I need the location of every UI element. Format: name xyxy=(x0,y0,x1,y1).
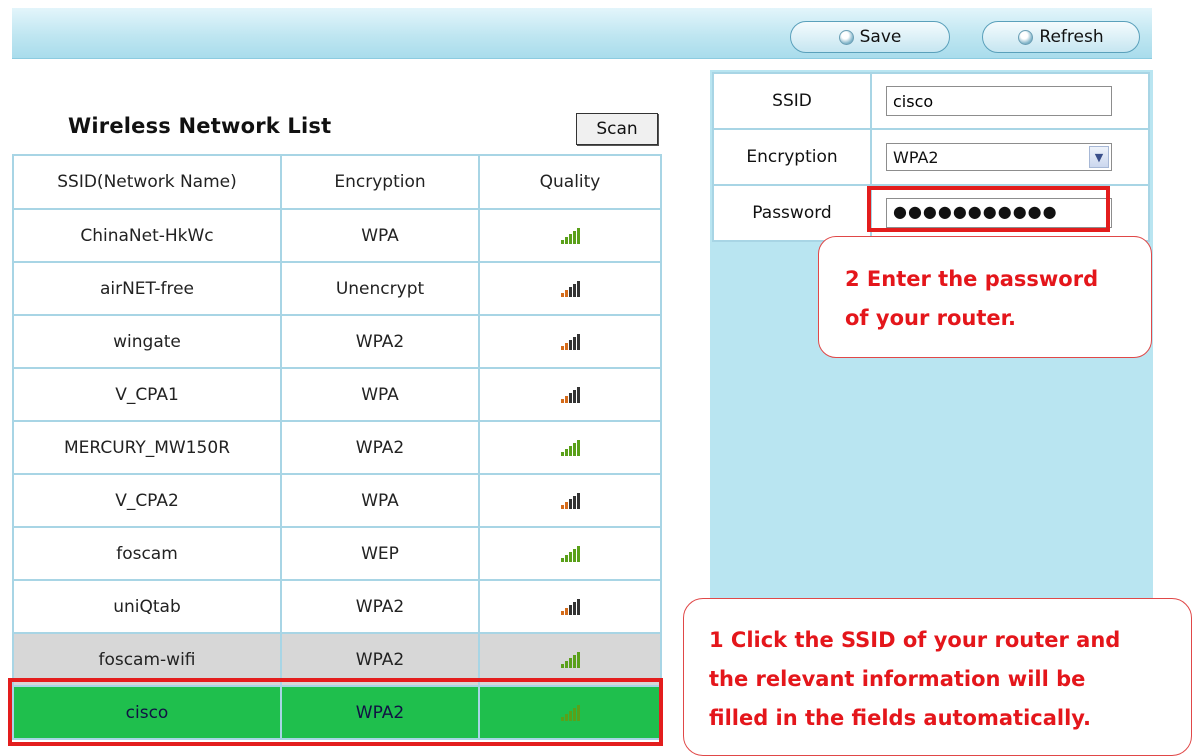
ssid-cell xyxy=(870,72,1150,130)
row-encryption: WPA xyxy=(280,208,480,263)
network-list-title: Wireless Network List xyxy=(68,114,332,138)
table-row[interactable]: uniQtab WPA2 xyxy=(12,579,662,634)
ssid-label: SSID xyxy=(712,72,872,130)
step2-callout-line: of your router. xyxy=(845,306,1016,330)
signal-strength-icon xyxy=(560,492,580,509)
signal-strength-icon xyxy=(560,280,580,297)
encryption-selected-value: WPA2 xyxy=(893,147,939,167)
scan-button[interactable]: Scan xyxy=(576,113,658,145)
chevron-down-icon[interactable]: ▼ xyxy=(1089,146,1109,168)
signal-strength-icon xyxy=(560,598,580,615)
encryption-select[interactable]: WPA2 ▼ xyxy=(886,143,1112,171)
signal-strength-icon xyxy=(560,386,580,403)
row-quality xyxy=(478,526,662,581)
row-encryption: WPA xyxy=(280,367,480,422)
row-quality xyxy=(478,367,662,422)
refresh-icon xyxy=(1018,29,1034,45)
table-row[interactable]: MERCURY_MW150R WPA2 xyxy=(12,420,662,475)
step2-callout-line: 2 Enter the password xyxy=(845,267,1099,291)
table-row[interactable]: foscam WEP xyxy=(12,526,662,581)
network-list-table: SSID(Network Name) Encryption Quality Ch… xyxy=(12,154,662,740)
signal-strength-icon xyxy=(560,333,580,350)
encryption-label: Encryption xyxy=(712,128,872,186)
step1-callout-line: the relevant information will be xyxy=(709,667,1086,691)
table-row[interactable]: ChinaNet-HkWc WPA xyxy=(12,208,662,263)
row-quality xyxy=(478,314,662,369)
row-quality xyxy=(478,208,662,263)
password-label: Password xyxy=(712,184,872,242)
table-row[interactable]: V_CPA2 WPA xyxy=(12,473,662,528)
signal-strength-icon xyxy=(560,227,580,244)
password-highlight-box xyxy=(867,186,1110,232)
step1-callout: 1 Click the SSID of your router and the … xyxy=(683,598,1192,756)
row-ssid[interactable]: wingate xyxy=(12,314,282,369)
step2-callout: 2 Enter the password of your router. xyxy=(818,236,1152,358)
refresh-button-label: Refresh xyxy=(1039,27,1104,47)
row-ssid[interactable]: airNET-free xyxy=(12,261,282,316)
column-header-ssid: SSID(Network Name) xyxy=(12,154,282,210)
row-quality xyxy=(478,473,662,528)
signal-strength-icon xyxy=(560,545,580,562)
table-row[interactable]: airNET-free Unencrypt xyxy=(12,261,662,316)
row-ssid[interactable]: V_CPA2 xyxy=(12,473,282,528)
row-encryption: WPA xyxy=(280,473,480,528)
row-ssid[interactable]: uniQtab xyxy=(12,579,282,634)
encryption-cell: WPA2 ▼ xyxy=(870,128,1150,186)
top-toolbar xyxy=(12,8,1152,59)
table-header-row: SSID(Network Name) Encryption Quality xyxy=(12,154,662,210)
step1-callout-line: filled in the fields automatically. xyxy=(709,706,1092,730)
table-row[interactable]: V_CPA1 WPA xyxy=(12,367,662,422)
column-header-encryption: Encryption xyxy=(280,154,480,210)
save-button[interactable]: Save xyxy=(790,21,950,53)
save-button-label: Save xyxy=(859,27,902,47)
row-ssid[interactable]: foscam xyxy=(12,526,282,581)
signal-strength-icon xyxy=(560,439,580,456)
save-icon xyxy=(838,29,854,45)
row-encryption: WPA2 xyxy=(280,579,480,634)
row-ssid[interactable]: MERCURY_MW150R xyxy=(12,420,282,475)
row-encryption: Unencrypt xyxy=(280,261,480,316)
row-ssid[interactable]: V_CPA1 xyxy=(12,367,282,422)
signal-strength-icon xyxy=(560,651,580,668)
row-ssid[interactable]: ChinaNet-HkWc xyxy=(12,208,282,263)
selected-row-highlight-box xyxy=(8,678,663,746)
row-encryption: WPA2 xyxy=(280,420,480,475)
row-encryption: WPA2 xyxy=(280,314,480,369)
ssid-input[interactable] xyxy=(886,86,1112,116)
step1-callout-line: 1 Click the SSID of your router and xyxy=(709,628,1121,652)
column-header-quality: Quality xyxy=(478,154,662,210)
row-quality xyxy=(478,261,662,316)
table-row[interactable]: wingate WPA2 xyxy=(12,314,662,369)
refresh-button[interactable]: Refresh xyxy=(982,21,1140,53)
row-quality xyxy=(478,420,662,475)
row-encryption: WEP xyxy=(280,526,480,581)
row-quality xyxy=(478,579,662,634)
